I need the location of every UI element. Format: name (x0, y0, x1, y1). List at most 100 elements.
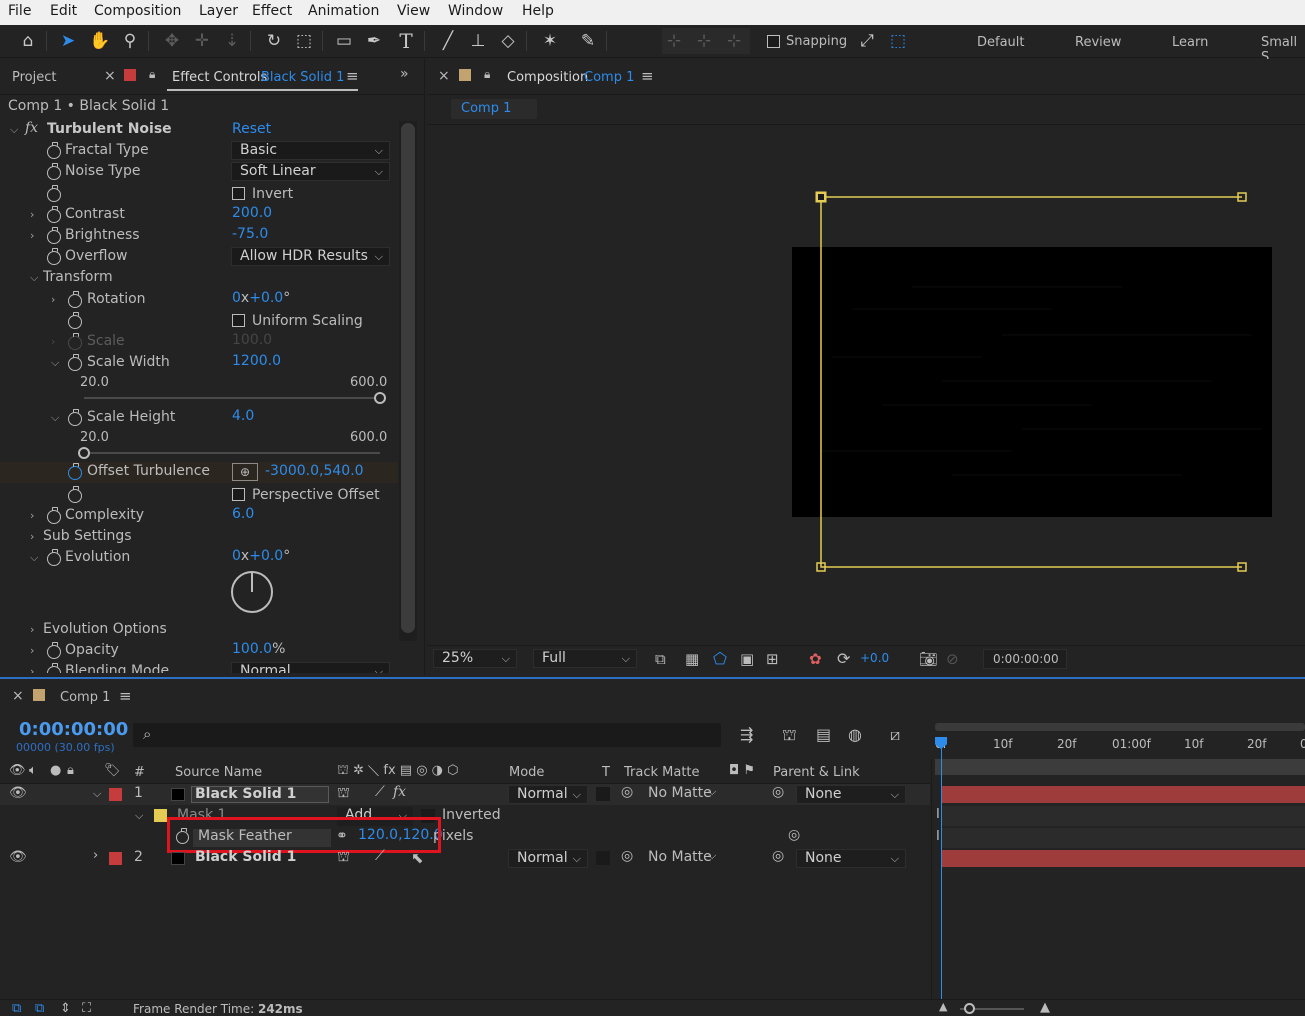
mask-vertex[interactable] (816, 562, 828, 574)
quality-switch-icon[interactable]: ⟋ (375, 848, 385, 864)
comp-subtab[interactable]: Comp 1 (451, 99, 537, 119)
layer-label-color[interactable] (109, 852, 122, 865)
invert-checkbox[interactable] (232, 187, 245, 200)
preserve-transparency-toggle[interactable] (596, 787, 610, 801)
local-axis-icon[interactable]: ⊹ (662, 29, 686, 53)
menu-animation[interactable]: Animation (308, 3, 379, 19)
offset-turbulence-value[interactable]: -3000.0,540.0 (265, 463, 364, 479)
selection-tool-icon[interactable]: ➤ (56, 29, 80, 53)
layer-row-1[interactable]: 👁︎ ⌵ 1 Black Solid 1 ⛫ ⟋ fx Normal ⌵ ◎ No… (0, 784, 930, 805)
time-ruler[interactable]: 0f 10f 20f 01:00f 10f 20f 0 (935, 735, 1305, 757)
chevron-right-icon[interactable]: › (30, 530, 34, 543)
preserve-transparency-toggle[interactable] (596, 851, 610, 865)
zoom-slider-knob[interactable] (964, 1003, 975, 1014)
stopwatch-icon[interactable] (47, 663, 61, 673)
channels-icon[interactable]: ✿ (809, 650, 822, 668)
fx-switch-icon[interactable]: fx (393, 784, 406, 800)
sub-settings-row[interactable]: › Sub Settings (0, 527, 400, 548)
workspace-review[interactable]: Review (1075, 35, 1121, 50)
noise-type-dropdown[interactable]: Soft Linear ⌵ (231, 162, 390, 181)
stopwatch-icon[interactable] (68, 486, 82, 503)
expand-panels-icon[interactable]: » (400, 66, 409, 82)
keyframe-nav-icon[interactable]: I (936, 807, 940, 822)
graph-editor-icon[interactable]: ⧄ (890, 725, 900, 745)
panel-menu-icon[interactable]: ≡ (641, 67, 654, 85)
playhead[interactable] (941, 739, 942, 999)
menu-help[interactable]: Help (522, 3, 554, 19)
transparency-grid-icon[interactable]: ▦ (685, 650, 699, 668)
uniform-scaling-checkbox[interactable] (232, 314, 245, 327)
crosshair-icon[interactable]: ⊕ (232, 463, 258, 481)
evolution-value[interactable]: 0x+0.0° (232, 548, 290, 564)
pan-tool-icon[interactable]: ✛ (190, 29, 214, 53)
menu-layer[interactable]: Layer (199, 3, 238, 19)
chevron-right-icon[interactable]: › (93, 848, 98, 863)
current-time-field[interactable]: 0:00:00:00 (983, 649, 1067, 669)
chevron-right-icon[interactable]: › (51, 293, 55, 306)
snap-features-icon[interactable]: ⬚ (886, 29, 910, 53)
layer-1-duration-bar[interactable] (941, 786, 1305, 803)
draft-3d-icon[interactable]: ⛫ (782, 725, 797, 746)
workspace-default[interactable]: Default (977, 35, 1025, 50)
type-tool-icon[interactable]: T (394, 29, 418, 53)
grid-guides-icon[interactable]: ⊞ (766, 650, 779, 668)
overflow-dropdown[interactable]: Allow HDR Results ⌵ (231, 247, 390, 266)
close-icon[interactable]: × (12, 688, 24, 704)
modes-toggle-icon[interactable]: ⧉ (35, 1001, 44, 1016)
contrast-value[interactable]: 200.0 (232, 205, 272, 221)
layer-2-duration-bar[interactable] (941, 850, 1305, 867)
stopwatch-icon[interactable] (47, 227, 61, 244)
eye-icon[interactable]: 👁︎ (9, 785, 27, 801)
layer1-mode-dropdown[interactable]: Normal ⌵ (508, 785, 588, 804)
scale-height-slider-track[interactable] (84, 452, 380, 454)
layer-switches-icon[interactable]: ⧉ (12, 1001, 21, 1016)
tab-project[interactable]: Project (12, 70, 56, 85)
column-track-matte[interactable]: Track Matte (624, 765, 700, 780)
roto-brush-tool-icon[interactable]: ✶ (538, 29, 562, 53)
dolly-tool-icon[interactable]: ⇣ (220, 29, 244, 53)
snap-edges-icon[interactable]: ⤢ (855, 29, 879, 53)
menu-effect[interactable]: Effect (252, 3, 292, 19)
stopwatch-icon[interactable] (47, 507, 61, 524)
column-mode[interactable]: Mode (509, 765, 544, 780)
layer1-parent-dropdown[interactable]: None ⌵ (796, 785, 906, 804)
panel-menu-icon[interactable]: ≡ (346, 67, 359, 85)
close-icon[interactable]: × (104, 68, 116, 84)
evolution-options-row[interactable]: › Evolution Options (0, 620, 400, 641)
rotate-tool-icon[interactable]: ↻ (262, 29, 286, 53)
quality-switch-icon[interactable]: ⟋ (375, 784, 385, 800)
chevron-right-icon[interactable]: › (30, 644, 34, 657)
chevron-down-icon[interactable]: ⌵ (30, 551, 38, 565)
fx-icon[interactable]: fx (25, 120, 38, 136)
perspective-offset-checkbox[interactable] (232, 488, 245, 501)
menu-edit[interactable]: Edit (50, 3, 77, 19)
scale-width-slider-track[interactable] (84, 397, 380, 399)
fractal-type-dropdown[interactable]: Basic ⌵ (231, 141, 390, 160)
zoom-in-icon[interactable]: ▲ (1040, 1000, 1050, 1015)
chevron-down-icon[interactable]: ⌵ (30, 271, 38, 285)
scale-width-slider-knob[interactable] (374, 392, 386, 404)
opacity-value[interactable]: 100.0% (232, 641, 285, 657)
chevron-right-icon[interactable]: › (30, 229, 34, 242)
layer2-track-matte[interactable]: No Matte (648, 849, 712, 865)
fast-previews-icon[interactable]: ⧉ (655, 650, 666, 668)
brightness-value[interactable]: -75.0 (232, 226, 268, 242)
stopwatch-icon[interactable] (68, 409, 82, 426)
show-snapshot-icon[interactable]: ⊘ (946, 650, 959, 668)
stopwatch-icon[interactable] (47, 248, 61, 265)
stopwatch-icon[interactable] (68, 463, 82, 480)
parent-pickwhip-icon[interactable]: ◎ (772, 848, 784, 864)
mask-vertex[interactable] (1237, 562, 1249, 574)
in-out-toggle-icon[interactable]: ⇕ (60, 1001, 71, 1016)
layer2-parent-dropdown[interactable]: None ⌵ (796, 849, 906, 868)
eraser-tool-icon[interactable]: ◇ (496, 29, 520, 53)
workspace-learn[interactable]: Learn (1172, 35, 1208, 50)
render-time-icon[interactable]: ⛶ (82, 1001, 91, 1016)
snapshot-icon[interactable]: 📷︎ (919, 650, 938, 668)
column-source-name[interactable]: Source Name (175, 765, 262, 780)
mask-color-swatch[interactable] (154, 809, 167, 822)
layer1-track-matte[interactable]: No Matte (648, 785, 712, 801)
tab-effect-controls[interactable]: Effect Controls (172, 70, 267, 85)
zoom-dropdown[interactable]: 25% ⌵ (433, 649, 517, 668)
orbit-tool-icon[interactable]: ✥ (160, 29, 184, 53)
